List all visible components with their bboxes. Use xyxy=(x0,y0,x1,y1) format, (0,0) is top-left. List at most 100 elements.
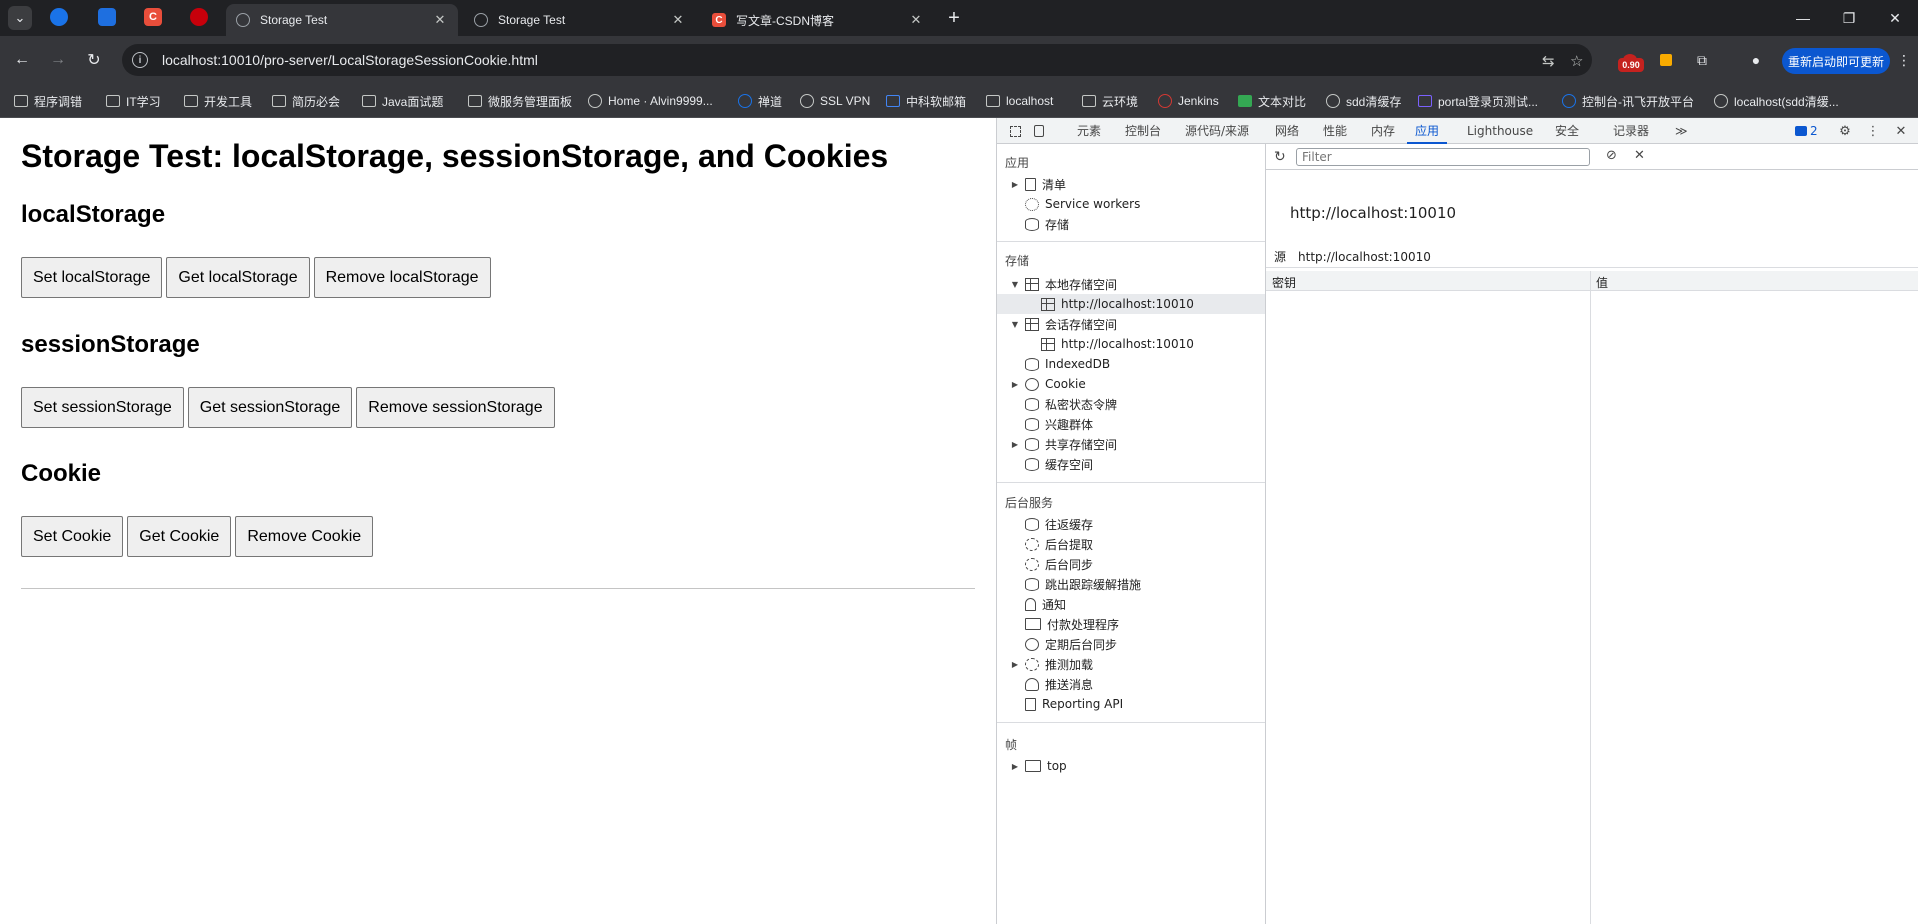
tree-item-manifest[interactable]: ▶ 清单 xyxy=(997,174,1265,194)
tree-item-back-forward-cache[interactable]: 往返缓存 xyxy=(997,514,1265,534)
remove-sessionstorage-button[interactable]: Remove sessionStorage xyxy=(356,387,555,428)
get-cookie-button[interactable]: Get Cookie xyxy=(127,516,232,557)
tab-network[interactable]: 网络 xyxy=(1275,118,1299,144)
tab-lighthouse[interactable]: Lighthouse xyxy=(1467,118,1533,144)
bookmark-sdd[interactable]: sdd清缓存 xyxy=(1326,92,1401,110)
new-tab-button[interactable]: + xyxy=(942,6,966,30)
tree-item-reporting-api[interactable]: Reporting API xyxy=(997,694,1265,714)
minimize-button[interactable]: — xyxy=(1780,0,1826,36)
window-close-button[interactable]: ✕ xyxy=(1872,0,1918,36)
issues-badge[interactable]: 2 xyxy=(1795,124,1818,138)
inspect-element-icon[interactable] xyxy=(1007,123,1023,139)
tree-item-session-storage[interactable]: ▼ 会话存储空间 xyxy=(997,314,1265,334)
filter-input[interactable] xyxy=(1296,148,1590,166)
tab-search-button[interactable]: ⌄ xyxy=(8,6,32,30)
pinned-tab-huawei-icon[interactable] xyxy=(190,8,208,26)
reload-button[interactable]: ↻ xyxy=(82,48,106,72)
bookmark-xfyun[interactable]: 控制台-讯飞开放平台 xyxy=(1562,92,1694,110)
tree-item-private-state-tokens[interactable]: 私密状态令牌 xyxy=(997,394,1265,414)
value-column-header[interactable]: 值 xyxy=(1596,274,1608,291)
forward-button[interactable]: → xyxy=(46,48,70,72)
bookmark-mail[interactable]: 中科软邮箱 xyxy=(886,92,966,110)
bookmark-jenkins[interactable]: Jenkins xyxy=(1158,92,1219,110)
tab-close-icon[interactable]: ✕ xyxy=(432,12,448,28)
tree-item-indexeddb[interactable]: IndexedDB xyxy=(997,354,1265,374)
bookmark-portal[interactable]: portal登录页测试... xyxy=(1418,92,1538,110)
tree-item-local-storage[interactable]: ▼ 本地存储空间 xyxy=(997,274,1265,294)
set-cookie-button[interactable]: Set Cookie xyxy=(21,516,124,557)
tree-item-shared-storage[interactable]: ▶ 共享存储空间 xyxy=(997,434,1265,454)
bookmark-folder[interactable]: 微服务管理面板 xyxy=(468,92,572,110)
tree-item-service-workers[interactable]: Service workers xyxy=(997,194,1265,214)
tree-item-interest-groups[interactable]: 兴趣群体 xyxy=(997,414,1265,434)
tab-close-icon[interactable]: ✕ xyxy=(670,12,686,28)
tab-storage-test-active[interactable]: Storage Test ✕ xyxy=(226,4,458,36)
tree-item-push-messaging[interactable]: 推送消息 xyxy=(997,674,1265,694)
site-info-icon[interactable]: i xyxy=(132,52,148,68)
profile-avatar-icon[interactable]: ● xyxy=(1744,48,1768,72)
key-column-header[interactable]: 密钥 xyxy=(1272,274,1296,291)
more-tabs-button[interactable]: ≫ xyxy=(1675,118,1688,144)
tree-item-cookies[interactable]: ▶ Cookie xyxy=(997,374,1265,394)
tree-item-frame-top[interactable]: ▶ top xyxy=(997,756,1265,776)
pinned-tab-edge-icon[interactable] xyxy=(50,8,68,26)
bookmark-folder[interactable]: IT学习 xyxy=(106,92,161,110)
remove-cookie-button[interactable]: Remove Cookie xyxy=(235,516,374,557)
get-sessionstorage-button[interactable]: Get sessionStorage xyxy=(187,387,353,428)
bookmark-github[interactable]: Home · Alvin9999... xyxy=(588,92,713,110)
set-sessionstorage-button[interactable]: Set sessionStorage xyxy=(21,387,184,428)
devtools-settings-icon[interactable]: ⚙ xyxy=(1837,123,1853,139)
pinned-tab-csdn-icon[interactable]: C xyxy=(144,8,162,26)
tab-storage-test[interactable]: Storage Test ✕ xyxy=(464,4,696,36)
back-button[interactable]: ← xyxy=(10,48,34,72)
tree-item-cache-storage[interactable]: 缓存空间 xyxy=(997,454,1265,474)
tab-console[interactable]: 控制台 xyxy=(1125,118,1161,144)
tab-close-icon[interactable]: ✕ xyxy=(908,12,924,28)
tab-csdn-write[interactable]: C 写文章-CSDN博客 ✕ xyxy=(702,4,934,36)
remove-localstorage-button[interactable]: Remove localStorage xyxy=(313,257,491,298)
tree-item-periodic-sync[interactable]: 定期后台同步 xyxy=(997,634,1265,654)
device-toolbar-icon[interactable] xyxy=(1031,123,1047,139)
bookmark-star-icon[interactable]: ☆ xyxy=(1570,52,1583,70)
translate-icon[interactable]: ⇆ xyxy=(1542,52,1555,70)
bookmark-zentao[interactable]: 禅道 xyxy=(738,92,782,110)
restore-button[interactable]: ❐ xyxy=(1826,0,1872,36)
tab-sources[interactable]: 源代码/来源 xyxy=(1185,118,1249,144)
bookmark-localhost-sdd[interactable]: localhost(sdd清缓... xyxy=(1714,92,1839,110)
address-bar[interactable]: i localhost:10010/pro-server/LocalStorag… xyxy=(122,44,1592,76)
tree-item-local-storage-origin[interactable]: http://localhost:10010 xyxy=(997,294,1265,314)
tab-recorder[interactable]: 记录器 xyxy=(1613,118,1649,144)
tab-security[interactable]: 安全 xyxy=(1555,118,1579,144)
browser-menu-icon[interactable]: ⋮ xyxy=(1892,48,1916,72)
relaunch-update-button[interactable]: 重新启动即可更新 xyxy=(1782,48,1890,74)
pinned-tab-app-icon[interactable] xyxy=(98,8,116,26)
tab-elements[interactable]: 元素 xyxy=(1077,118,1101,144)
set-localstorage-button[interactable]: Set localStorage xyxy=(21,257,163,298)
clear-all-icon[interactable]: ⊘ xyxy=(1606,148,1617,163)
refresh-icon[interactable]: ↻ xyxy=(1274,149,1286,165)
bookmark-folder[interactable]: Java面试题 xyxy=(362,92,443,110)
bookmark-vpn[interactable]: SSL VPN xyxy=(800,92,870,110)
get-localstorage-button[interactable]: Get localStorage xyxy=(166,257,310,298)
bookmark-folder[interactable]: 开发工具 xyxy=(184,92,252,110)
tab-application[interactable]: 应用 xyxy=(1407,118,1448,144)
address-url[interactable]: localhost:10010/pro-server/LocalStorageS… xyxy=(162,52,538,68)
tree-item-payment-handler[interactable]: 付款处理程序 xyxy=(997,614,1265,634)
tree-item-background-sync[interactable]: 后台同步 xyxy=(997,554,1265,574)
bookmark-folder[interactable]: localhost xyxy=(986,92,1053,110)
tree-item-background-fetch[interactable]: 后台提取 xyxy=(997,534,1265,554)
extensions-puzzle-icon[interactable]: ⧉ xyxy=(1690,48,1714,72)
bookmark-folder[interactable]: 云环境 xyxy=(1082,92,1138,110)
tree-item-notifications[interactable]: 通知 xyxy=(997,594,1265,614)
bookmark-folder[interactable]: 简历必会 xyxy=(272,92,340,110)
tab-performance[interactable]: 性能 xyxy=(1323,118,1347,144)
tab-memory[interactable]: 内存 xyxy=(1371,118,1395,144)
devtools-close-icon[interactable]: ✕ xyxy=(1893,123,1909,139)
tree-item-speculative-loads[interactable]: ▶ 推测加载 xyxy=(997,654,1265,674)
tree-item-session-storage-origin[interactable]: http://localhost:10010 xyxy=(997,334,1265,354)
tree-item-bounce-tracking[interactable]: 跳出跟踪缓解措施 xyxy=(997,574,1265,594)
bookmark-folder[interactable]: 程序调错 xyxy=(14,92,82,110)
broom-extension-icon[interactable] xyxy=(1654,48,1678,72)
bookmark-diff[interactable]: 文本对比 xyxy=(1238,92,1306,110)
devtools-menu-icon[interactable]: ⋮ xyxy=(1865,123,1881,139)
